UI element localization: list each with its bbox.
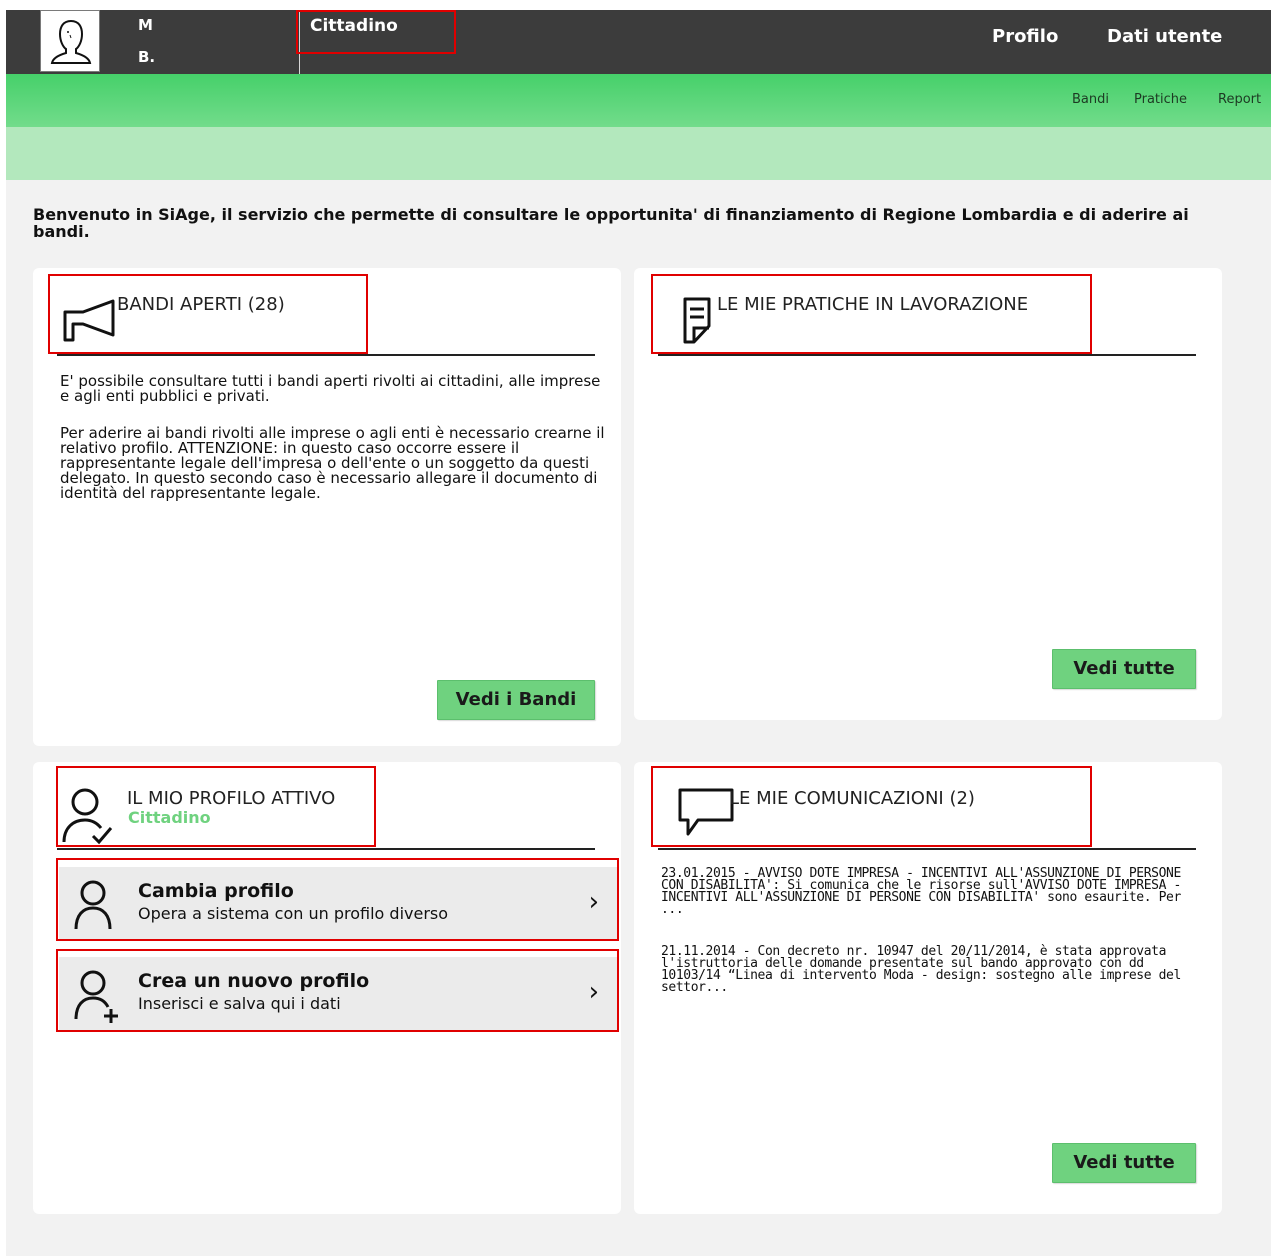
comunicazione-item[interactable]: 23.01.2015 - AVVISO DOTE IMPRESA - INCEN… [661, 867, 1191, 916]
user-first-initial: M [138, 16, 153, 34]
user-silhouette-icon [50, 19, 92, 64]
subnav-report[interactable]: Report [1218, 92, 1261, 107]
cambia-profilo-highlight [56, 858, 619, 941]
bandi-description-1: E' possibile consultare tutti i bandi ap… [60, 372, 601, 405]
profilo-title-highlight [56, 766, 376, 847]
breadcrumb-bar [6, 127, 1271, 180]
subnav-bandi[interactable]: Bandi [1072, 92, 1109, 107]
vedi-tutte-pratiche-button[interactable]: Vedi tutte [1052, 649, 1196, 689]
nav-dati-utente[interactable]: Dati utente [1107, 26, 1222, 47]
comunicazione-item[interactable]: 21.11.2014 - Con decreto nr. 10947 del 2… [661, 945, 1191, 994]
crea-profilo-highlight [56, 949, 619, 1032]
comunicazioni-title-highlight [651, 766, 1092, 847]
welcome-text: Benvenuto in SiAge, il servizio che perm… [33, 205, 1189, 241]
secondary-nav-bar: Bandi Pratiche Report [6, 74, 1271, 127]
role-highlight [296, 10, 456, 54]
bandi-title-highlight [48, 274, 368, 354]
vedi-tutte-comunicazioni-button[interactable]: Vedi tutte [1052, 1143, 1196, 1183]
subnav-pratiche[interactable]: Pratiche [1134, 92, 1187, 107]
nav-profilo[interactable]: Profilo [992, 26, 1058, 47]
avatar[interactable] [40, 10, 100, 72]
pratiche-title-highlight [651, 274, 1092, 354]
top-bar: M B. Cittadino Profilo Dati utente [6, 10, 1271, 74]
bandi-description-2: Per aderire ai bandi rivolti alle impres… [60, 424, 605, 502]
vedi-bandi-button[interactable]: Vedi i Bandi [437, 680, 595, 720]
user-last-initial: B. [138, 48, 156, 66]
